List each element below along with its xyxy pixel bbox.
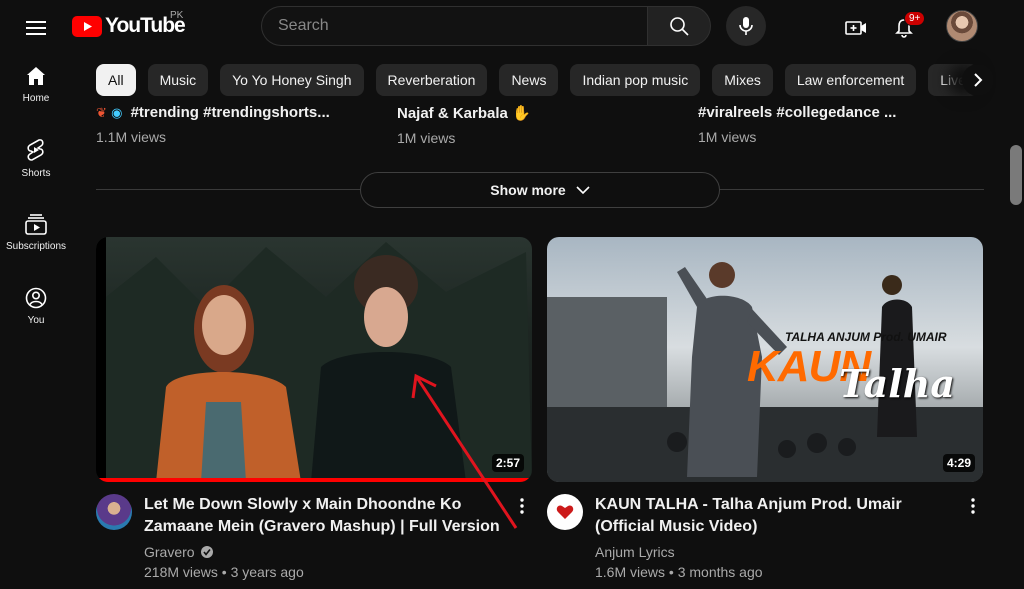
sidebar-item-label: Subscriptions	[5, 240, 67, 252]
video-title[interactable]: KAUN TALHA - Talha Anjum Prod. Umair (Of…	[595, 494, 965, 538]
short-views: 1M views	[397, 130, 456, 146]
sidebar-item-home[interactable]: Home	[4, 49, 68, 119]
notifications-count-badge: 9+	[904, 11, 926, 26]
more-vert-icon	[520, 498, 524, 514]
emoji-icon: ◉	[111, 105, 123, 120]
subscriptions-icon	[25, 213, 47, 235]
sidebar-item-you[interactable]: You	[4, 271, 68, 341]
channel-name[interactable]: Anjum Lyrics	[595, 544, 965, 560]
search-icon	[670, 17, 689, 36]
video-action-menu-button[interactable]	[961, 494, 985, 518]
sidebar-item-label: Home	[22, 92, 50, 104]
account-avatar-button[interactable]	[946, 10, 978, 42]
sidebar-item-label: You	[27, 314, 45, 326]
logo-region-code: PK	[170, 10, 184, 21]
shorts-shelf: ❦ ◉ #trending #trendingshorts... 1.1M vi…	[96, 104, 986, 152]
sidebar-item-shorts[interactable]: Shorts	[4, 123, 68, 193]
short-item[interactable]: Najaf & Karbala ✋ 1M views	[397, 104, 677, 146]
create-video-icon	[845, 21, 866, 35]
chip-mixes[interactable]: Mixes	[712, 64, 773, 96]
guide-menu-button[interactable]	[20, 12, 52, 44]
voice-search-button[interactable]	[726, 6, 766, 46]
video-action-menu-button[interactable]	[510, 494, 534, 518]
channel-name-text: Anjum Lyrics	[595, 544, 675, 560]
watch-progress-bar	[96, 478, 532, 482]
short-views: 1M views	[698, 129, 757, 145]
channel-avatar[interactable]	[96, 494, 132, 530]
short-title-text: Najaf & Karbala	[397, 105, 508, 122]
emoji-icon: ❦	[96, 105, 107, 120]
filter-chips-bar: All Music Yo Yo Honey Singh Reverberatio…	[96, 58, 996, 102]
shorts-icon	[27, 138, 44, 161]
chip-yo-yo-honey-singh[interactable]: Yo Yo Honey Singh	[220, 64, 364, 96]
chip-all[interactable]: All	[96, 64, 136, 96]
search-bar	[261, 6, 711, 46]
short-title: ❦ ◉ #trending #trendingshorts...	[96, 104, 376, 121]
video-card: 2:57 Let Me Down Slowly x Main Dhoondne …	[96, 237, 532, 580]
video-details: Let Me Down Slowly x Main Dhoondne Ko Za…	[96, 494, 532, 580]
video-details: KAUN TALHA - Talha Anjum Prod. Umair (Of…	[547, 494, 983, 580]
video-title[interactable]: Let Me Down Slowly x Main Dhoondne Ko Za…	[144, 494, 514, 538]
chip-news[interactable]: News	[499, 64, 559, 96]
chips-next-button[interactable]	[962, 64, 994, 96]
more-vert-icon	[971, 498, 975, 514]
channel-name[interactable]: Gravero	[144, 544, 514, 560]
you-icon	[25, 287, 47, 308]
sidebar-item-subscriptions[interactable]: Subscriptions	[4, 197, 68, 267]
video-duration: 2:57	[491, 454, 524, 472]
video-thumbnail[interactable]: 2:57	[96, 237, 532, 482]
chip-law-enforcement[interactable]: Law enforcement	[784, 64, 917, 96]
channel-name-text: Gravero	[144, 544, 195, 560]
microphone-icon	[739, 17, 753, 35]
masthead: YouTube PK 9+	[0, 0, 1024, 56]
home-icon	[27, 66, 45, 85]
thumbnail-scene	[96, 237, 532, 482]
short-item[interactable]: #viralreels #collegedance ... 1M views	[698, 104, 978, 145]
praying-hands-emoji-icon: ✋	[512, 105, 531, 122]
notifications-button[interactable]: 9+	[884, 8, 926, 48]
chip-indian-pop-music[interactable]: Indian pop music	[570, 64, 701, 96]
verified-badge-icon	[200, 546, 213, 558]
page-scrollbar-thumb[interactable]	[1010, 145, 1022, 205]
sidebar-item-label: Shorts	[21, 167, 51, 179]
chip-reverberation[interactable]: Reverberation	[375, 64, 488, 96]
search-button[interactable]	[647, 6, 711, 46]
heart-logo-icon	[556, 505, 574, 519]
hamburger-menu-icon	[26, 21, 46, 35]
chevron-right-icon	[974, 73, 983, 87]
thumbnail-title-talha: Talha	[839, 361, 955, 406]
short-views: 1.1M views	[96, 129, 167, 145]
channel-avatar[interactable]	[547, 494, 583, 530]
short-item[interactable]: ❦ ◉ #trending #trendingshorts... 1.1M vi…	[96, 104, 376, 145]
video-duration: 4:29	[942, 454, 975, 472]
youtube-logo[interactable]: YouTube	[72, 14, 186, 38]
search-input[interactable]	[261, 6, 647, 46]
mini-guide: Home Shorts Subscriptions You	[0, 56, 72, 589]
chevron-down-icon	[576, 186, 590, 195]
video-card: TALHA ANJUM Prod. UMAIR KAUN Talha 4:29 …	[547, 237, 983, 580]
chip-music[interactable]: Music	[147, 64, 209, 96]
video-thumbnail[interactable]: TALHA ANJUM Prod. UMAIR KAUN Talha 4:29	[547, 237, 983, 482]
short-title: #viralreels #collegedance ...	[698, 104, 897, 121]
youtube-play-logo-icon	[72, 15, 102, 37]
show-more-button[interactable]: Show more	[360, 172, 720, 208]
short-title-text: #trending #trendingshorts...	[130, 104, 330, 121]
video-stats: 218M views • 3 years ago	[144, 564, 304, 580]
video-stats: 1.6M views • 3 months ago	[595, 564, 763, 580]
create-button[interactable]	[836, 8, 876, 48]
show-more-label: Show more	[490, 182, 566, 198]
short-title: Najaf & Karbala ✋	[397, 104, 677, 122]
